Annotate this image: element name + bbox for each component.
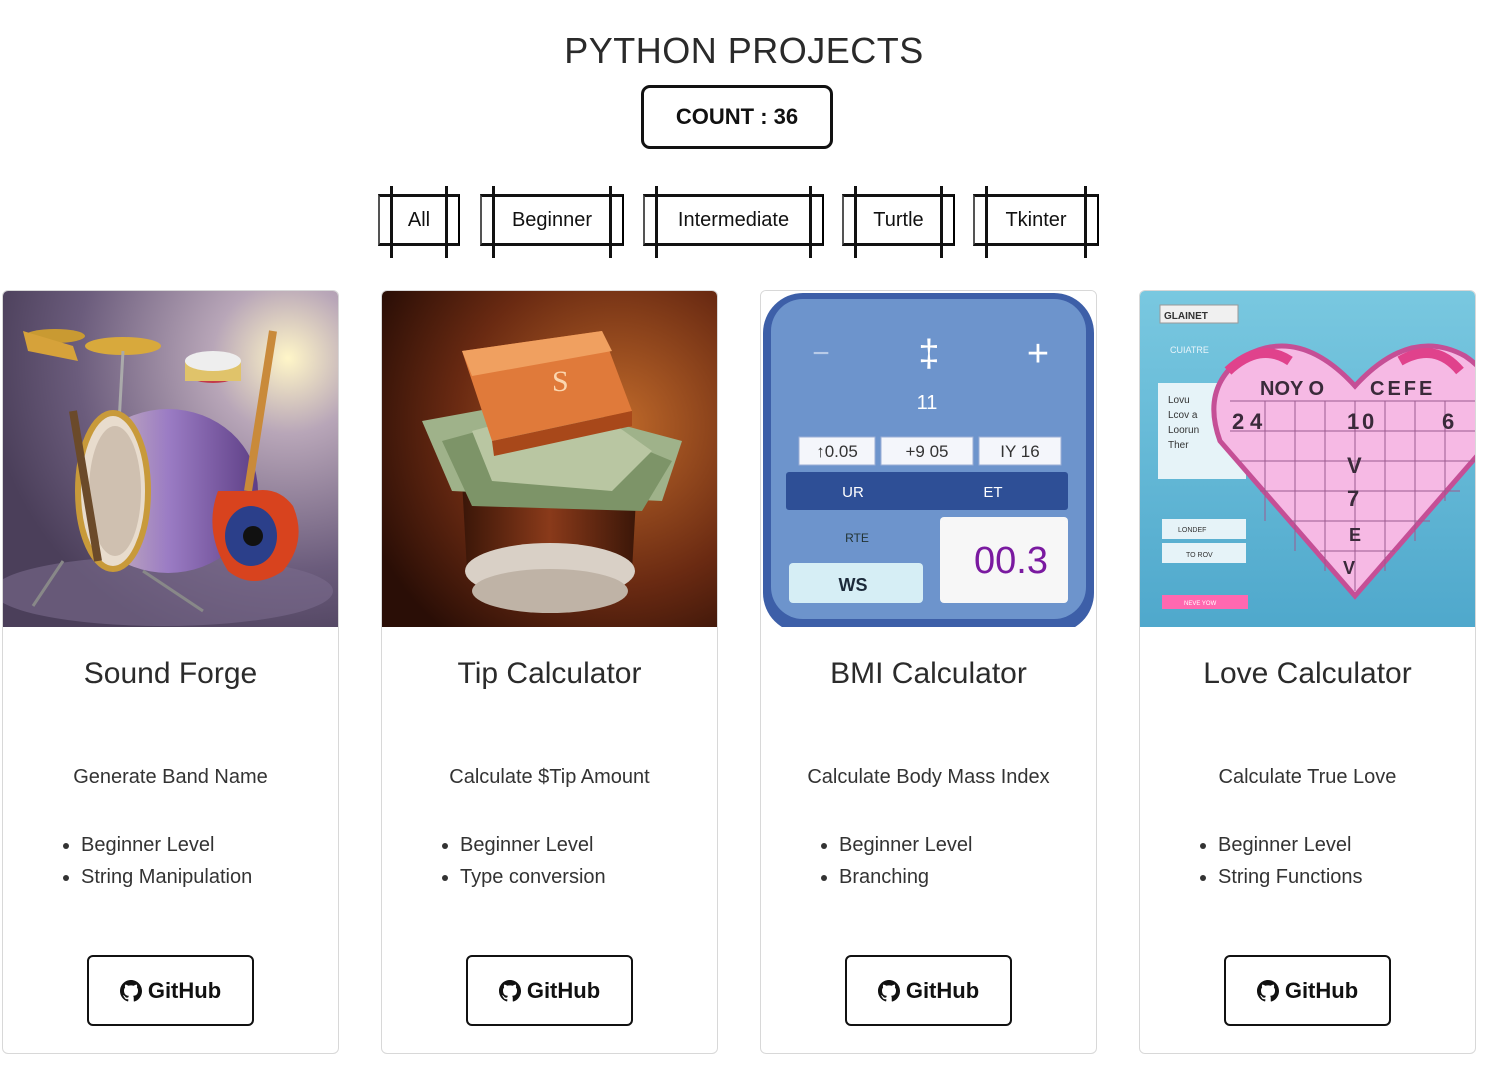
github-icon [498,979,521,1002]
card-tag: Beginner Level [839,829,972,861]
card-title: BMI Calculator [830,657,1027,690]
card-tag: Beginner Level [81,829,252,861]
tip-calculator-image: S [382,291,717,627]
filter-tkinter[interactable]: Tkinter [973,186,1099,258]
love-small-field: TO ROV [1186,552,1213,559]
card-title: Sound Forge [83,657,258,690]
filter-bar: All Beginner Intermediate Turtle Tkinter [0,186,1488,258]
svg-text:S: S [552,365,569,398]
bmi-rate-label: RTE [845,531,869,545]
bmi-bar-left: UR [842,484,864,501]
card-description: Calculate True Love [1218,766,1397,788]
love-side-text: Lovu [1168,395,1190,406]
plus-label: + [1027,333,1049,375]
love-dropdown: GLAINET [1164,311,1208,322]
symbol-label: ‡ [918,333,939,375]
love-side-text: Loorun [1168,425,1199,436]
love-subtitle: CUIATRE [1170,345,1209,355]
card-description: Calculate Body Mass Index [807,766,1050,788]
count-badge: COUNT : 36 [641,85,833,149]
bmi-field-3: IY 16 [1000,442,1039,461]
love-grid-num: 2 [1232,409,1244,434]
github-button[interactable]: GitHub [466,955,633,1026]
card-tag: Type conversion [460,861,606,893]
card-tag: Beginner Level [460,829,606,861]
github-label: GitHub [526,977,601,1003]
card-title: Tip Calculator [457,657,642,690]
bmi-field-2: +9 05 [905,442,948,461]
love-heart-text: CEFE [1370,378,1435,400]
filter-intermediate[interactable]: Intermediate [643,186,824,258]
card-title: Love Calculator [1203,657,1412,690]
love-grid-letter: E [1349,525,1361,545]
love-grid-letter: 7 [1347,486,1359,511]
card-tag-list: Beginner Level Type conversion [434,829,606,893]
filter-all[interactable]: All [378,186,460,258]
github-icon [877,979,900,1002]
github-label: GitHub [1284,977,1359,1003]
bmi-ws-label: WS [839,575,868,595]
card-tag: Beginner Level [1218,829,1363,861]
svg-text:V: V [1343,558,1355,578]
github-icon [119,979,142,1002]
filter-turtle[interactable]: Turtle [842,186,955,258]
card-tag: Branching [839,861,972,893]
card-tag-list: Beginner Level String Functions [1192,829,1363,893]
bmi-number: 11 [917,392,938,414]
love-small-field: LONDEF [1178,527,1206,534]
card-tag: String Functions [1218,861,1363,893]
github-label: GitHub [905,977,980,1003]
bmi-bar-right: ET [983,484,1002,501]
github-label: GitHub [147,977,222,1003]
github-icon [1256,979,1279,1002]
love-grid-num: 1 [1347,409,1359,434]
love-calculator-image: GLAINET CUIATRE Lovu Lcov a Loorun Ther … [1140,291,1475,627]
love-side-text: Ther [1168,440,1189,451]
github-button[interactable]: GitHub [845,955,1012,1026]
project-card-tip-calculator: S Tip Calculator Calculate $Tip Amount B… [381,290,718,1054]
card-description: Generate Band Name [73,766,268,788]
minus-label: − [812,337,830,370]
card-tag: String Manipulation [81,861,252,893]
github-button[interactable]: GitHub [87,955,254,1026]
love-grid-letter: V [1347,453,1362,478]
love-grid-num: 6 [1442,409,1454,434]
bmi-display: 00.3 [974,540,1048,582]
love-grid-num: 0 [1362,409,1374,434]
love-grid-num: 4 [1250,409,1263,434]
card-tag-list: Beginner Level Branching [813,829,972,893]
page-title: PYTHON PROJECTS [564,30,924,71]
project-card-love-calculator: GLAINET CUIATRE Lovu Lcov a Loorun Ther … [1139,290,1476,1054]
github-button[interactable]: GitHub [1224,955,1391,1026]
project-card-bmi-calculator: − ‡ + 11 ↑0.05 +9 05 IY 16 UR ET RTE WS … [760,290,1097,1054]
love-side-text: Lcov a [1168,410,1198,421]
sound-forge-image [3,291,338,627]
bmi-field-1: ↑0.05 [816,442,858,461]
love-heart-text: NOY O [1260,378,1324,400]
card-tag-list: Beginner Level String Manipulation [55,829,252,893]
bmi-calculator-image: − ‡ + 11 ↑0.05 +9 05 IY 16 UR ET RTE WS … [761,291,1096,627]
card-description: Calculate $Tip Amount [449,766,650,788]
project-card-sound-forge: Sound Forge Generate Band Name Beginner … [2,290,339,1054]
filter-beginner[interactable]: Beginner [480,186,624,258]
love-pink-button: NEVE YOW [1184,601,1217,607]
